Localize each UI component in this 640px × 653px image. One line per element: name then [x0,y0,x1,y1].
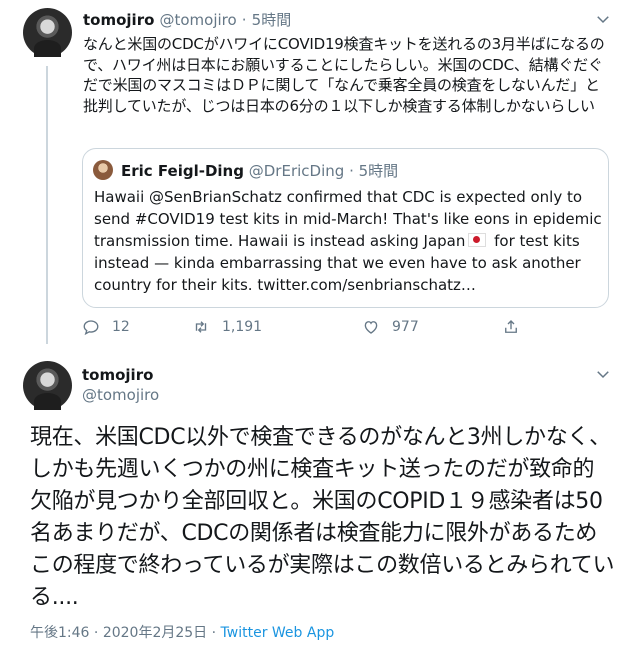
chevron-down-icon[interactable] [594,10,612,28]
quoted-time: 5時間 [358,162,399,180]
retweet-button[interactable]: 1,191 [192,318,262,336]
tweet-time[interactable]: 午後1:46 [30,625,89,641]
like-count: 977 [392,319,419,335]
tweet-source-link[interactable]: Twitter Web App [221,625,335,641]
reply-count: 12 [112,319,130,335]
tweet-text: なんと米国のCDCがハワイにCOVID19検査キットを送れるの3月半ばになるので… [83,35,605,115]
quoted-avatar [93,160,113,180]
thread-connector-line [46,66,48,344]
quoted-text: Hawaii @SenBrianSchatz confirmed that CD… [94,186,602,296]
quoted-header: Eric Feigl-Ding @DrEricDing · 5時間 [121,160,398,181]
separator: · [211,625,217,641]
author-name[interactable]: tomojiro [83,11,154,29]
tweet-header: tomojiro @tomojiro · 5時間 [83,9,291,30]
reply-icon [83,320,99,336]
tweet-metadata: 午後1:46 · 2020年2月25日 · Twitter Web App [30,622,334,642]
tweet-time[interactable]: 5時間 [252,11,292,29]
tweet-actions: 12 1,191 977 [82,318,522,340]
author-handle[interactable]: @tomojiro [160,11,237,29]
avatar[interactable] [23,361,72,410]
separator: · [241,11,247,29]
heart-icon [364,321,378,334]
author-handle[interactable]: @tomojiro [82,386,159,404]
separator: · [93,625,99,641]
share-button[interactable] [502,318,532,336]
chevron-down-icon[interactable] [594,365,612,383]
retweet-icon [195,321,207,333]
tweet-date[interactable]: 2020年2月25日 [103,625,207,641]
quoted-tweet[interactable]: Eric Feigl-Ding @DrEricDing · 5時間 Hawaii… [82,148,609,308]
share-icon [505,320,517,333]
quoted-author-handle: @DrEricDing [248,162,345,180]
avatar[interactable] [23,8,72,57]
author-name[interactable]: tomojiro [82,366,153,384]
retweet-count: 1,191 [222,319,263,335]
quoted-author-name: Eric Feigl-Ding [121,162,244,180]
like-button[interactable]: 977 [362,318,419,336]
reply-button[interactable]: 12 [82,318,130,336]
japan-flag-icon [468,233,487,247]
tweet-text: 現在、米国CDC以外で検査できるのがなんと3州しかなく、しかも先週いくつかの州に… [30,425,615,610]
separator: · [349,162,354,180]
